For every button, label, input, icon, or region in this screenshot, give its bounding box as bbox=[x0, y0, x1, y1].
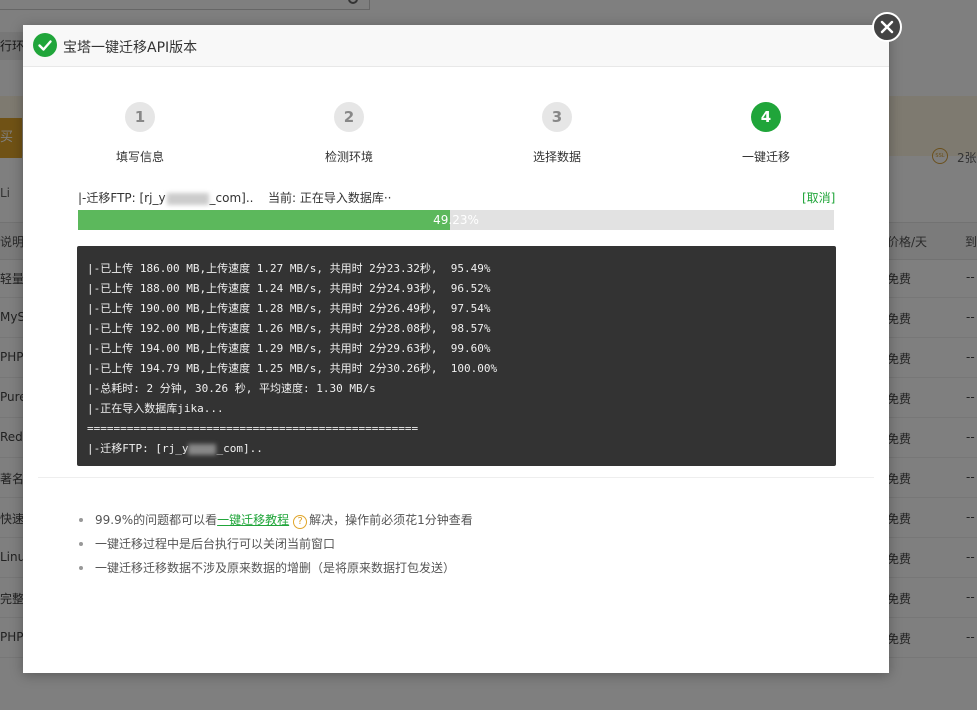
tips-list: 99.9%的问题都可以看一键迁移教程? 解决，操作前必须花1分钟查看 一键迁移过程… bbox=[79, 511, 473, 583]
step-label: 选择数据 bbox=[532, 150, 581, 164]
step-label: 检测环境 bbox=[324, 150, 373, 164]
ftp-prefix: |-迁移FTP: [rj_y bbox=[78, 191, 166, 205]
tutorial-link[interactable]: 一键迁移教程 bbox=[217, 513, 289, 527]
log-ftp-suffix: _com].. bbox=[216, 442, 263, 455]
tip-item: 99.9%的问题都可以看一键迁移教程? 解决，操作前必须花1分钟查看 bbox=[79, 511, 473, 535]
cancel-button[interactable]: [取消] bbox=[802, 189, 835, 206]
step-number: 2 bbox=[334, 102, 364, 132]
log-line: |-已上传 190.00 MB,上传速度 1.28 MB/s, 共用时 2分26… bbox=[87, 302, 491, 315]
log-line: |-正在导入数据库jika... bbox=[87, 402, 224, 415]
log-line-last: |-迁移FTP: [rj_y _com].. bbox=[87, 439, 826, 459]
log-ftp-prefix: |-迁移FTP: [rj_y bbox=[87, 442, 189, 455]
log-line: |-已上传 186.00 MB,上传速度 1.27 MB/s, 共用时 2分23… bbox=[87, 262, 491, 275]
divider bbox=[38, 477, 874, 478]
tip-text: 一键迁移过程中是后台执行可以关闭当前窗口 bbox=[95, 537, 336, 551]
log-line: |-已上传 188.00 MB,上传速度 1.24 MB/s, 共用时 2分24… bbox=[87, 282, 491, 295]
log-line: |-已上传 194.79 MB,上传速度 1.25 MB/s, 共用时 2分30… bbox=[87, 362, 498, 375]
step-number: 4 bbox=[751, 102, 781, 132]
progress-percent: 49.23% bbox=[433, 213, 479, 227]
check-circle-icon bbox=[33, 33, 57, 57]
tip-text: 99.9%的问题都可以看 bbox=[95, 513, 218, 527]
progress-ftp-status: |-迁移FTP: [rj_y _com].. bbox=[78, 189, 254, 206]
step-label: 填写信息 bbox=[115, 150, 164, 164]
tip-text: 一键迁移迁移数据不涉及原来数据的增删（是将原来数据打包发送） bbox=[95, 561, 456, 575]
redacted-text bbox=[166, 192, 209, 205]
step-number: 3 bbox=[542, 102, 572, 132]
migration-dialog: 宝塔一键迁移API版本 1 填写信息 2 检测环境 3 选择数据 4 一键迁移 … bbox=[23, 25, 889, 673]
redacted-text bbox=[188, 443, 217, 455]
dialog-title: 宝塔一键迁移API版本 bbox=[63, 40, 198, 56]
log-line: ========================================… bbox=[87, 422, 419, 435]
help-icon[interactable]: ? bbox=[293, 515, 308, 529]
step-4: 4 一键迁移 bbox=[706, 102, 826, 165]
ftp-suffix: _com].. bbox=[209, 191, 254, 205]
dialog-header: 宝塔一键迁移API版本 bbox=[23, 25, 889, 67]
step-label: 一键迁移 bbox=[741, 150, 790, 164]
progress-bar: 49.23% bbox=[78, 210, 834, 230]
tip-item: 一键迁移过程中是后台执行可以关闭当前窗口 bbox=[79, 535, 473, 559]
step-2: 2 检测环境 bbox=[289, 102, 409, 165]
step-number: 1 bbox=[125, 102, 155, 132]
log-line: |-已上传 192.00 MB,上传速度 1.26 MB/s, 共用时 2分28… bbox=[87, 322, 491, 335]
log-line: |-已上传 194.00 MB,上传速度 1.29 MB/s, 共用时 2分29… bbox=[87, 342, 491, 355]
close-icon bbox=[880, 20, 894, 34]
migration-log[interactable]: |-已上传 186.00 MB,上传速度 1.27 MB/s, 共用时 2分23… bbox=[77, 246, 836, 466]
close-dialog-button[interactable] bbox=[872, 12, 902, 42]
progress-current-status: 当前: 正在导入数据库·· bbox=[268, 191, 392, 205]
log-line: |-总耗时: 2 分钟, 30.26 秒, 平均速度: 1.30 MB/s bbox=[87, 382, 376, 395]
step-1: 1 填写信息 bbox=[80, 102, 200, 165]
step-3: 3 选择数据 bbox=[497, 102, 617, 165]
tip-item: 一键迁移迁移数据不涉及原来数据的增删（是将原来数据打包发送） bbox=[79, 559, 473, 583]
tip-text: 解决，操作前必须花1分钟查看 bbox=[309, 513, 473, 527]
